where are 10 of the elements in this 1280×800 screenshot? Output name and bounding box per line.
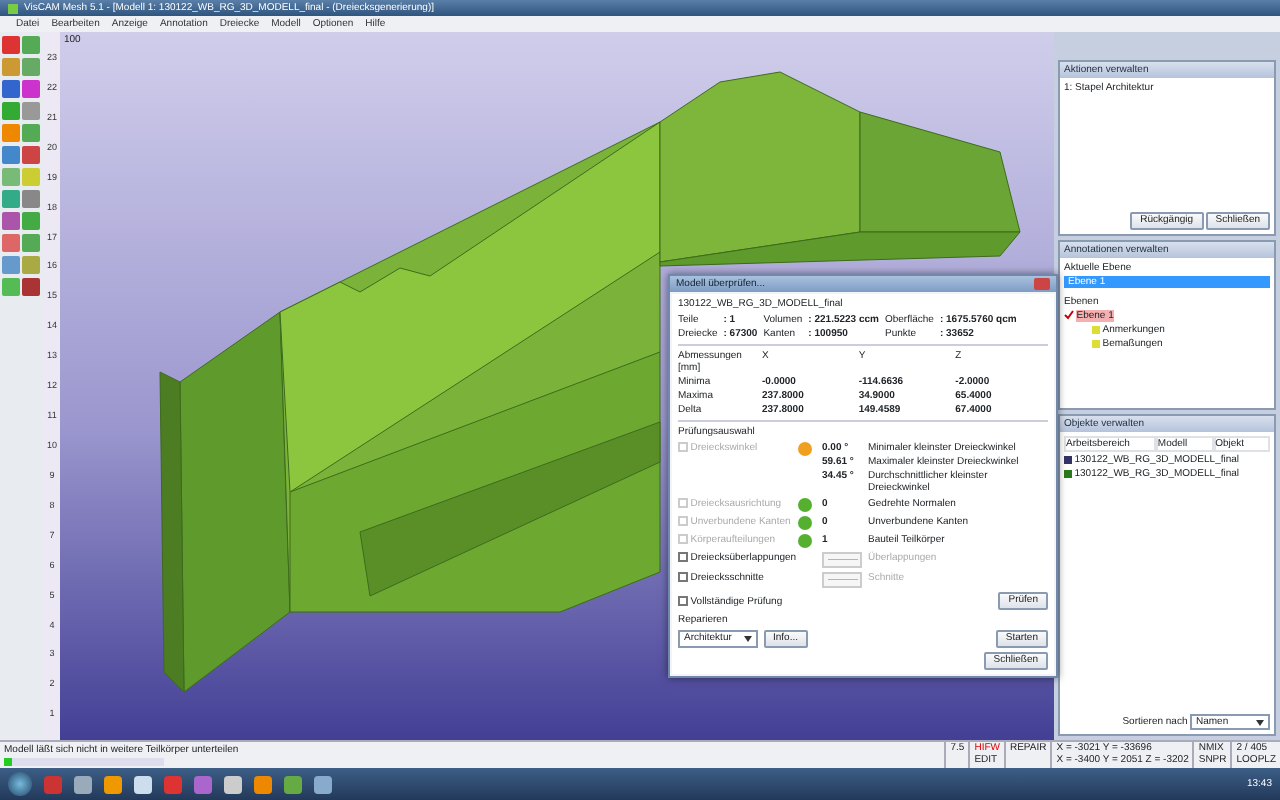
close-button[interactable] [1034, 278, 1050, 290]
checkbox[interactable] [678, 552, 688, 562]
checkbox[interactable] [678, 572, 688, 582]
warning-icon [798, 442, 812, 456]
app-logo-icon [8, 3, 18, 13]
start-button[interactable] [8, 772, 32, 796]
checkmark-icon[interactable] [1064, 310, 1074, 320]
mesh-icon [1064, 469, 1072, 477]
document-icon [1064, 455, 1072, 463]
checkbox[interactable] [678, 596, 688, 606]
